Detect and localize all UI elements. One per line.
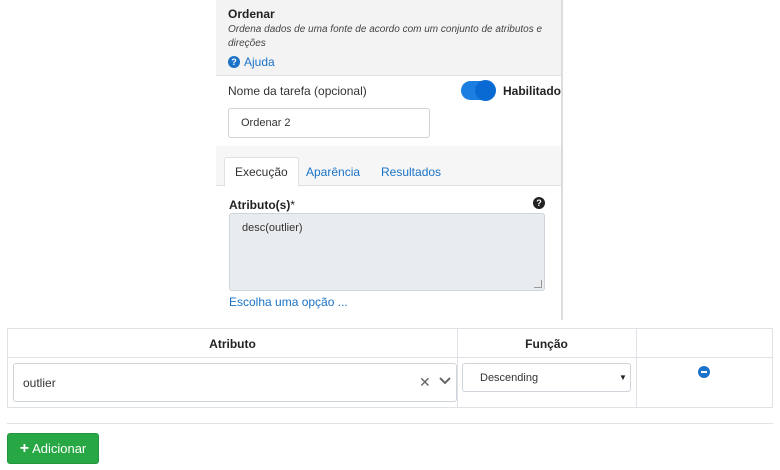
function-select-value: Descending (480, 372, 539, 384)
operation-header: Ordenar Ordena dados de uma fonte de aco… (216, 0, 561, 76)
attribute-select[interactable]: outlier ✕ (13, 363, 457, 402)
tabs-area: Execução Aparência Resultados Atributo(s… (216, 146, 561, 320)
divider (7, 423, 773, 424)
header-attribute: Atributo (209, 337, 256, 351)
choose-option-link[interactable]: Escolha uma opção ... (229, 295, 348, 309)
question-icon[interactable]: ? (533, 197, 545, 209)
tabs-bar: Execução Aparência Resultados (216, 146, 561, 187)
enabled-label: Habilitado (503, 84, 562, 98)
column-divider (457, 329, 458, 407)
column-divider (636, 329, 637, 407)
operation-title: Ordenar (228, 7, 275, 21)
operation-panel: Ordenar Ordena dados de uma fonte de aco… (216, 0, 563, 320)
tab-execucao[interactable]: Execução (224, 157, 299, 187)
resize-handle-icon[interactable] (534, 280, 542, 288)
caret-down-icon: ▼ (619, 373, 627, 382)
add-button[interactable]: + Adicionar (7, 433, 99, 464)
attributes-label-text: Atributo(s) (229, 198, 291, 212)
attribute-select-value: outlier (23, 376, 56, 390)
remove-row-icon[interactable] (698, 366, 710, 378)
tab-resultados[interactable]: Resultados (371, 157, 451, 187)
add-button-label: Adicionar (32, 441, 87, 456)
attributes-textarea[interactable]: desc(outlier) (229, 213, 545, 291)
help-label: Ajuda (244, 55, 275, 69)
enabled-toggle[interactable] (461, 81, 495, 100)
attributes-value: desc(outlier) (242, 222, 303, 234)
toggle-knob (476, 81, 495, 100)
sort-attributes-table: Atributo Função outlier ✕ Descending ▼ (7, 328, 773, 408)
help-icon: ? (228, 56, 240, 68)
task-name-input[interactable] (228, 108, 430, 138)
header-function: Função (525, 337, 568, 351)
help-link[interactable]: ? Ajuda (228, 55, 275, 69)
function-select[interactable]: Descending ▼ (462, 363, 631, 392)
attributes-label: Atributo(s)* (229, 198, 295, 212)
table-header: Atributo Função (8, 329, 772, 358)
operation-description: Ordena dados de uma fonte de acordo com … (228, 24, 543, 49)
tab-aparencia[interactable]: Aparência (296, 157, 370, 187)
clear-icon[interactable]: ✕ (419, 374, 431, 390)
plus-icon: + (19, 439, 30, 457)
task-name-label: Nome da tarefa (opcional) (228, 84, 367, 98)
chevron-down-icon[interactable] (437, 373, 453, 389)
required-mark: * (290, 198, 295, 212)
